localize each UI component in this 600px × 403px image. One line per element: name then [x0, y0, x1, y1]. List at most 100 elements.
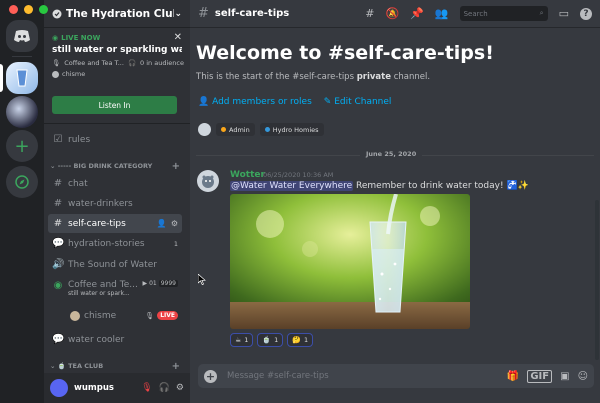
avatar: [198, 123, 211, 136]
gear-icon[interactable]: ⚙: [171, 219, 178, 228]
mic-muted-icon: 🎙: [145, 311, 155, 320]
channel-water-cooler[interactable]: 💬 water cooler: [48, 330, 182, 349]
attach-plus-button[interactable]: +: [204, 369, 217, 383]
user-avatar-icon: [52, 70, 59, 78]
bell-muted-icon[interactable]: 🔕: [385, 7, 399, 20]
hash-icon: #: [198, 6, 209, 21]
welcome-description: This is the start of the #self-care-tips…: [196, 72, 431, 82]
chevron-down-icon: ⌄: [50, 162, 58, 170]
maximize-window-button[interactable]: [39, 5, 48, 14]
headphones-icon: 🎧: [127, 59, 137, 67]
category-big-drink[interactable]: ⌄ ----- BIG DRINK CATEGORY +: [48, 160, 182, 172]
live-stage-panel: ◉ LIVE NOW ✕ still water or sparkling wa…: [44, 28, 190, 124]
thread-icon: 💬: [52, 334, 65, 345]
app-window: + The Hydration Club ⌄ ◉ LIVE NOW ✕ stil…: [0, 0, 600, 403]
reaction-tea[interactable]: 🍵 1: [257, 333, 284, 347]
message-image-water-glass[interactable]: [230, 194, 470, 329]
hash-icon: #: [53, 198, 63, 209]
inbox-icon[interactable]: ▭: [559, 7, 569, 20]
message-author[interactable]: Wotter: [230, 170, 265, 180]
message-composer[interactable]: + Message #self-care-tips 🎁 GIF ▣ ☺: [198, 364, 594, 388]
stage-channel-icon: 🎙: [52, 59, 61, 67]
user-mention[interactable]: @Water Water Everywhere: [230, 181, 354, 191]
gift-icon[interactable]: 🎁: [507, 371, 519, 382]
home-button[interactable]: [6, 20, 38, 52]
camera-icon: ▶: [142, 280, 148, 287]
server-selected-pill: [0, 64, 3, 92]
gear-icon[interactable]: ⚙: [176, 383, 184, 393]
speaker-icon: 🔊: [52, 259, 65, 270]
welcome-heading: Welcome to #self-care-tips!: [196, 42, 494, 64]
water-sparkle-emoji: 🚰✨: [506, 181, 529, 191]
message-input[interactable]: Message #self-care-tips: [227, 371, 499, 381]
discord-logo-icon: [14, 30, 30, 42]
add-server-button[interactable]: +: [6, 130, 38, 162]
live-host: chisme: [52, 70, 182, 78]
add-user-icon: 👤: [198, 97, 210, 107]
close-window-button[interactable]: [9, 5, 18, 14]
welcome-actions: 👤 Add members or roles ✎ Edit Channel: [198, 97, 391, 107]
water-glass-photo: [230, 194, 470, 329]
add-members-link[interactable]: 👤 Add members or roles: [198, 97, 312, 107]
channel-sound-of-water[interactable]: 🔊 The Sound of Water: [48, 255, 182, 274]
add-channel-plus-icon[interactable]: +: [172, 361, 180, 372]
hash-icon: #: [53, 178, 63, 189]
locked-hash-icon: #: [53, 218, 63, 229]
channel-rules[interactable]: ☑ rules: [48, 130, 182, 149]
server-dark-icon[interactable]: [6, 96, 38, 128]
channel-hydration-stories[interactable]: 💬 hydration-stories 1: [48, 234, 182, 253]
otter-avatar-icon: [202, 175, 214, 188]
date-divider-label: June 25, 2020: [360, 150, 423, 158]
close-icon[interactable]: ✕: [174, 32, 182, 43]
channel-water-drinkers[interactable]: # water-drinkers: [48, 194, 182, 213]
explore-servers-button[interactable]: [6, 166, 38, 198]
channel-coffee-tea-stage[interactable]: ◉ Coffee and Te... still water or spark.…: [48, 278, 182, 304]
mic-muted-icon[interactable]: 🎙: [141, 383, 152, 393]
scrollbar[interactable]: [595, 200, 599, 360]
server-header[interactable]: The Hydration Club ⌄: [44, 0, 190, 28]
rail-divider: [12, 56, 32, 57]
user-panel: wumpus 🎙 🎧 ⚙: [44, 373, 190, 403]
pin-icon[interactable]: 📌: [410, 7, 424, 20]
minimize-window-button[interactable]: [24, 5, 33, 14]
avatar: [70, 310, 80, 321]
emoji-icon[interactable]: ☺: [578, 371, 588, 382]
invite-icon[interactable]: 👤: [157, 219, 167, 228]
threads-icon[interactable]: #: [365, 7, 374, 20]
tea-emoji-icon: 🍵: [57, 362, 69, 370]
listen-in-button[interactable]: Listen In: [52, 96, 177, 114]
headphones-icon[interactable]: 🎧: [159, 383, 170, 393]
server-name: The Hydration Club: [66, 7, 175, 20]
channel-sidebar: The Hydration Club ⌄ ◉ LIVE NOW ✕ still …: [44, 0, 190, 403]
reaction-list: ☕ 1 🍵 1 🤔 1: [230, 333, 314, 347]
category-tea-club[interactable]: ⌄ 🍵 TEA CLUB +: [48, 360, 182, 372]
sticker-icon[interactable]: ▣: [560, 371, 569, 382]
stage-icon: ◉: [53, 280, 63, 291]
avatar[interactable]: [50, 379, 68, 397]
search-input[interactable]: Search ⌕: [459, 6, 548, 21]
server-hydration-club-icon[interactable]: [6, 62, 38, 94]
chat-area: # self-care-tips # 🔕 📌 👥 Search ⌕ ▭ ? We…: [190, 0, 600, 403]
role-badge-admin: Admin: [216, 123, 255, 136]
live-now-tag: ◉ LIVE NOW: [52, 34, 101, 42]
rules-icon: ☑: [53, 134, 63, 145]
thread-icon: 💬: [52, 238, 65, 249]
reaction-thinking[interactable]: 🤔 1: [287, 333, 314, 347]
gif-button[interactable]: GIF: [527, 369, 553, 383]
compass-icon: [15, 175, 29, 189]
mouse-cursor-icon: [198, 274, 206, 285]
avatar[interactable]: [197, 170, 219, 192]
role-list: Admin Hydro Homies: [198, 123, 324, 136]
members-icon[interactable]: 👥: [435, 7, 449, 20]
help-icon[interactable]: ?: [580, 7, 592, 20]
channel-self-care-tips[interactable]: # self-care-tips 👤 ⚙: [48, 214, 182, 233]
channel-chat[interactable]: # chat: [48, 174, 182, 193]
stage-user-chisme[interactable]: chisme 🎙 LIVE: [48, 306, 182, 325]
add-channel-plus-icon[interactable]: +: [172, 161, 180, 172]
message-timestamp: 06/25/2020 10:36 AM: [263, 171, 334, 179]
plus-icon: +: [14, 135, 30, 157]
stage-icon: ◉: [52, 34, 59, 42]
edit-channel-link[interactable]: ✎ Edit Channel: [324, 97, 392, 107]
reaction-coffee[interactable]: ☕ 1: [230, 333, 254, 347]
stage-text: Coffee and Te... still water or spark...: [68, 280, 138, 297]
